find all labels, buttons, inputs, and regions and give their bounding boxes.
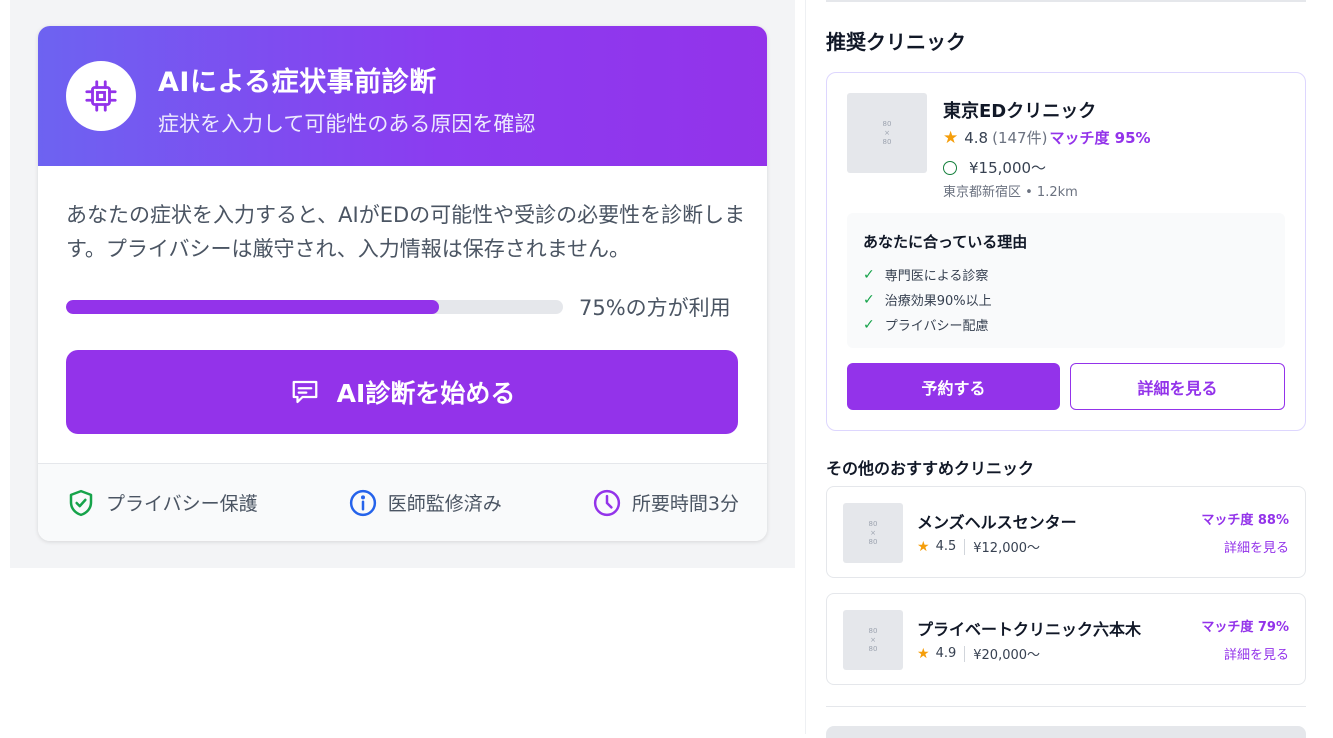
clinic-price: ¥15,000〜 [969, 159, 1047, 177]
diagnosis-header: AIによる症状事前診断 症状を入力して可能性のある原因を確認 [38, 26, 767, 166]
clinic-name: 東京EDクリニック [943, 101, 1097, 122]
reason-item: ✓ 治療効果90%以上 [863, 287, 1269, 312]
clinic-location: 東京都新宿区 • 1.2km [943, 185, 1078, 200]
reason-item: ✓ 専門医による診察 [863, 262, 1269, 287]
usage-progress-fill [66, 300, 439, 314]
recommended-section-title: 推奨クリニック [826, 30, 966, 54]
start-ai-diagnosis-button[interactable]: AI診断を始める [66, 350, 738, 434]
clinic-meta: ★ 4.9 ¥20,000〜 [917, 644, 1040, 663]
info-icon [349, 489, 376, 516]
clinic-match-score: マッチ度 88% [1201, 513, 1289, 528]
clinic-match-score: マッチ度 79% [1201, 620, 1289, 635]
clinic-name: プライベートクリニック六本木 [917, 620, 1142, 639]
check-icon: ✓ [863, 316, 875, 333]
doctor-supervised: 医師監修済み [348, 488, 502, 518]
recommended-clinics-sidebar: 推奨クリニック 80 × 80 東京EDクリニック ★ 4.8 (147件) マッチ… [805, 0, 1325, 738]
diagnosis-description: あなたの症状を入力すると、AIがEDの可能性や受診の必要性を診断します。プライバ… [66, 203, 746, 261]
clinic-price: ¥20,000〜 [973, 648, 1041, 663]
clinic-rating: 4.8 [964, 128, 989, 147]
reserve-button[interactable]: 予約する [847, 363, 1060, 410]
required-time: 所要時間3分 [592, 488, 739, 518]
divider [964, 645, 966, 662]
clinic-rating-row: ★ 4.8 (147件) マッチ度 95% [943, 127, 1151, 148]
check-icon: ✓ [863, 266, 875, 283]
divider [826, 0, 1306, 2]
clinic-price-row: ¥15,000〜 [943, 157, 1046, 178]
clinic-image-placeholder: 80 × 80 [843, 610, 903, 670]
supervised-label: 医師監修済み [387, 493, 502, 515]
usage-progress-bar [66, 300, 563, 314]
reason-item: ✓ プライバシー配慮 [863, 312, 1269, 337]
clinic-image-placeholder: 80 × 80 [843, 503, 903, 563]
divider [826, 706, 1306, 707]
reason-text: 治療効果90%以上 [884, 294, 992, 309]
privacy-protection: プライバシー保護 [66, 488, 258, 518]
clinic-meta: ★ 4.5 ¥12,000〜 [917, 537, 1040, 556]
view-details-link[interactable]: 詳細を見る [1224, 644, 1289, 663]
chip-icon [66, 61, 136, 131]
clinic-image-placeholder: 80 × 80 [847, 93, 927, 173]
diagnosis-footer: プライバシー保護 医師監修済み 所要時間3分 [38, 463, 767, 541]
clinic-name: メンズヘルスセンター [917, 513, 1077, 532]
usage-text: 75%の方が利用 [579, 296, 731, 320]
price-circle-icon [943, 160, 957, 175]
clinic-actions: 予約する 詳細を見る [847, 363, 1285, 410]
diagnosis-title: AIによる症状事前診断 [158, 67, 437, 98]
reason-text: 専門医による診察 [884, 269, 989, 284]
star-icon: ★ [917, 645, 930, 662]
clinic-rating: 4.9 [935, 646, 957, 661]
check-icon: ✓ [863, 291, 875, 308]
match-reasons-box: あなたに合っている理由 ✓ 専門医による診察 ✓ 治療効果90%以上 ✓ プライ… [847, 213, 1285, 348]
clinic-rating: 4.5 [935, 539, 957, 554]
reason-text: プライバシー配慮 [884, 319, 989, 334]
view-details-link[interactable]: 詳細を見る [1224, 537, 1289, 556]
star-icon: ★ [917, 538, 930, 555]
diagnosis-body: あなたの症状を入力すると、AIがEDの可能性や受診の必要性を診断します。プライバ… [38, 166, 767, 434]
next-section-placeholder [826, 726, 1306, 738]
privacy-label: プライバシー保護 [106, 493, 258, 515]
duration-label: 所要時間3分 [631, 493, 739, 515]
other-clinic-card[interactable]: 80 × 80 メンズヘルスセンター ★ 4.5 ¥12,000〜 マッチ度 88%… [826, 486, 1306, 578]
star-icon: ★ [943, 127, 959, 148]
chat-icon [292, 380, 318, 404]
other-clinics-title: その他のおすすめクリニック [826, 459, 1035, 478]
ai-diagnosis-card: AIによる症状事前診断 症状を入力して可能性のある原因を確認 あなたの症状を入力… [38, 26, 767, 541]
clinic-review-count: (147件) [992, 129, 1048, 147]
shield-check-icon [69, 489, 93, 516]
clock-icon [593, 489, 621, 516]
clinic-match-score: マッチ度 95% [1049, 129, 1151, 147]
recommended-clinic-card: 80 × 80 東京EDクリニック ★ 4.8 (147件) マッチ度 95% ¥1… [826, 72, 1306, 431]
clinic-price: ¥12,000〜 [973, 541, 1041, 556]
start-button-label: AI診断を始める [336, 379, 516, 408]
usage-progress-row: 75%の方が利用 [66, 292, 739, 322]
reasons-title: あなたに合っている理由 [863, 233, 1028, 251]
other-clinic-card[interactable]: 80 × 80 プライベートクリニック六本木 ★ 4.9 ¥20,000〜 マッチ度… [826, 593, 1306, 685]
divider [964, 538, 966, 555]
view-details-button[interactable]: 詳細を見る [1070, 363, 1285, 410]
diagnosis-subtitle: 症状を入力して可能性のある原因を確認 [158, 112, 536, 136]
